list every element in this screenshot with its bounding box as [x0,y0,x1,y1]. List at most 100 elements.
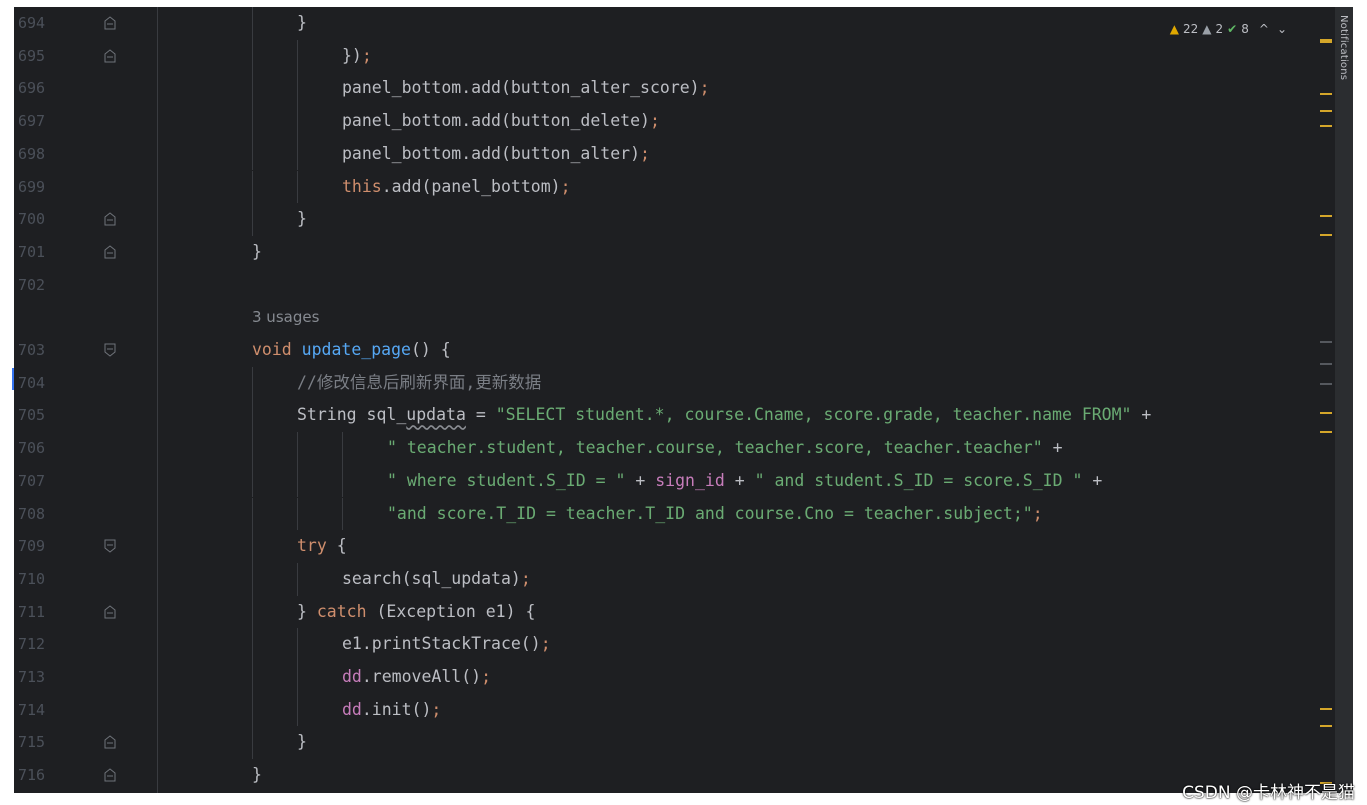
warning-stripe-marker[interactable] [1320,39,1332,43]
warning-stripe-marker[interactable] [1320,363,1332,365]
line-number[interactable]: 714 [18,694,58,726]
line-number[interactable]: 706 [18,432,58,464]
line-number[interactable]: 716 [18,759,58,791]
warning-stripe-marker[interactable] [1320,341,1332,343]
code-line[interactable]: 706 " teacher.student, teacher.course, te… [14,432,1335,464]
usages-hint[interactable]: 3 usages [252,303,319,331]
code-text[interactable]: } [297,203,307,235]
code-text[interactable]: } [297,7,307,39]
line-number[interactable]: 702 [18,269,58,301]
code-line[interactable]: 704 //修改信息后刷新界面,更新数据 [14,367,1335,399]
warning-stripe-marker[interactable] [1320,383,1332,385]
code-text[interactable]: } [252,759,262,791]
warning-stripe-marker[interactable] [1320,412,1332,414]
fold-end-icon[interactable] [104,604,116,619]
fold-end-icon[interactable] [104,245,116,259]
line-number[interactable]: 710 [18,563,58,595]
fold-collapse-icon[interactable] [104,343,116,357]
code-line[interactable]: 699 this.add(panel_bottom); [14,171,1335,203]
code-text[interactable]: "and score.T_ID = teacher.T_ID and cours… [387,498,1043,530]
code-line[interactable]: 714 dd.init(); [14,694,1335,726]
code-line[interactable]: 716} [14,759,1335,791]
fold-collapse-icon[interactable] [104,539,116,553]
code-line[interactable]: 710 search(sql_updata); [14,563,1335,595]
warning-stripe-marker[interactable] [1320,215,1332,217]
code-line[interactable]: 697 panel_bottom.add(button_delete); [14,105,1335,137]
line-number[interactable]: 701 [18,236,58,268]
line-number[interactable]: 699 [18,171,58,203]
fold-end-icon[interactable] [104,16,116,30]
code-text[interactable]: } [252,236,262,268]
code-text[interactable]: dd.removeAll(); [342,661,491,693]
code-text[interactable]: panel_bottom.add(button_alter); [342,138,650,170]
fold-end-icon[interactable] [104,212,116,226]
code-text[interactable]: try { [297,530,347,562]
code-editor[interactable]: 694} 695}); 696 panel_bottom.add(button_alt… [14,7,1335,793]
code-line[interactable]: 698 panel_bottom.add(button_alter); [14,138,1335,170]
fold-end-icon[interactable] [104,49,116,63]
line-number[interactable]: 700 [18,203,58,235]
code-text[interactable]: e1.printStackTrace(); [342,628,551,660]
line-number[interactable]: 709 [18,530,58,562]
code-line[interactable]: 701} [14,236,1335,268]
warning-stripe-marker[interactable] [1320,125,1332,127]
warning-stripe-marker[interactable] [1320,431,1332,433]
inspection-widget[interactable]: ▲ 22 ▲ 2 ✔ 8 ^ ⌄ [1170,21,1287,37]
line-number[interactable]: 707 [18,465,58,497]
code-line[interactable]: 695}); [14,40,1335,72]
line-number[interactable]: 695 [18,40,58,72]
code-line[interactable]: 707 " where student.S_ID = " + sign_id + … [14,465,1335,497]
code-token: }) [342,45,362,65]
line-number[interactable]: 712 [18,628,58,660]
code-text[interactable]: panel_bottom.add(button_delete); [342,105,660,137]
code-text[interactable]: } [297,726,307,758]
code-text[interactable]: " where student.S_ID = " + sign_id + " a… [387,465,1102,497]
line-number[interactable]: 694 [18,7,58,39]
line-number[interactable]: 704 [18,367,58,399]
warning-stripe-marker[interactable] [1320,708,1332,710]
fold-end-icon[interactable] [104,768,116,782]
line-number[interactable]: 696 [18,72,58,104]
code-line[interactable]: 708 "and score.T_ID = teacher.T_ID and co… [14,498,1335,530]
line-number[interactable]: 705 [18,399,58,431]
code-line[interactable]: 703 void update_page() { [14,334,1335,366]
line-number[interactable]: 697 [18,105,58,137]
code-line[interactable]: 711 } catch (Exception e1) { [14,596,1335,628]
code-token: .add(panel_bottom) [381,176,561,196]
code-line[interactable]: 696 panel_bottom.add(button_alter_score); [14,72,1335,104]
previous-highlight-button[interactable]: ^ [1259,22,1269,36]
code-text[interactable]: String sql_updata = "SELECT student.*, c… [297,399,1151,431]
line-number[interactable]: 698 [18,138,58,170]
line-number[interactable]: 703 [18,334,58,366]
code-line[interactable]: 709 try { [14,530,1335,562]
line-number[interactable]: 711 [18,596,58,628]
warning-stripe-marker[interactable] [1320,93,1332,95]
fold-end-icon[interactable] [104,735,116,749]
warning-stripe-marker[interactable] [1320,725,1332,727]
error-stripe[interactable] [1320,7,1334,793]
line-number[interactable]: 708 [18,498,58,530]
code-line[interactable]: 712 e1.printStackTrace(); [14,628,1335,660]
code-text[interactable]: }); [342,40,372,72]
code-line[interactable]: 702 [14,269,1335,301]
code-line[interactable]: 700} [14,203,1335,235]
next-highlight-button[interactable]: ⌄ [1277,22,1287,36]
notifications-panel-toggle[interactable]: Notifications [1335,7,1353,793]
code-line[interactable]: 715} [14,726,1335,758]
code-text[interactable]: search(sql_updata); [342,563,531,595]
code-text[interactable]: } catch (Exception e1) { [297,596,535,628]
code-text[interactable]: panel_bottom.add(button_alter_score); [342,72,710,104]
code-line[interactable]: 713 dd.removeAll(); [14,661,1335,693]
code-text[interactable]: this.add(panel_bottom); [342,171,571,203]
code-line[interactable]: 694} [14,7,1335,39]
line-number[interactable]: 713 [18,661,58,693]
code-text[interactable]: " teacher.student, teacher.course, teach… [387,432,1063,464]
code-line[interactable]: 705 String sql_updata = "SELECT student.*… [14,399,1335,431]
line-number[interactable]: 715 [18,726,58,758]
code-text[interactable]: void update_page() { [252,334,451,366]
code-text[interactable]: dd.init(); [342,694,441,726]
code-text[interactable]: //修改信息后刷新界面,更新数据 [297,367,541,399]
code-token: //修改信息后刷新界面,更新数据 [297,372,542,392]
warning-stripe-marker[interactable] [1320,234,1332,236]
warning-stripe-marker[interactable] [1320,110,1332,112]
